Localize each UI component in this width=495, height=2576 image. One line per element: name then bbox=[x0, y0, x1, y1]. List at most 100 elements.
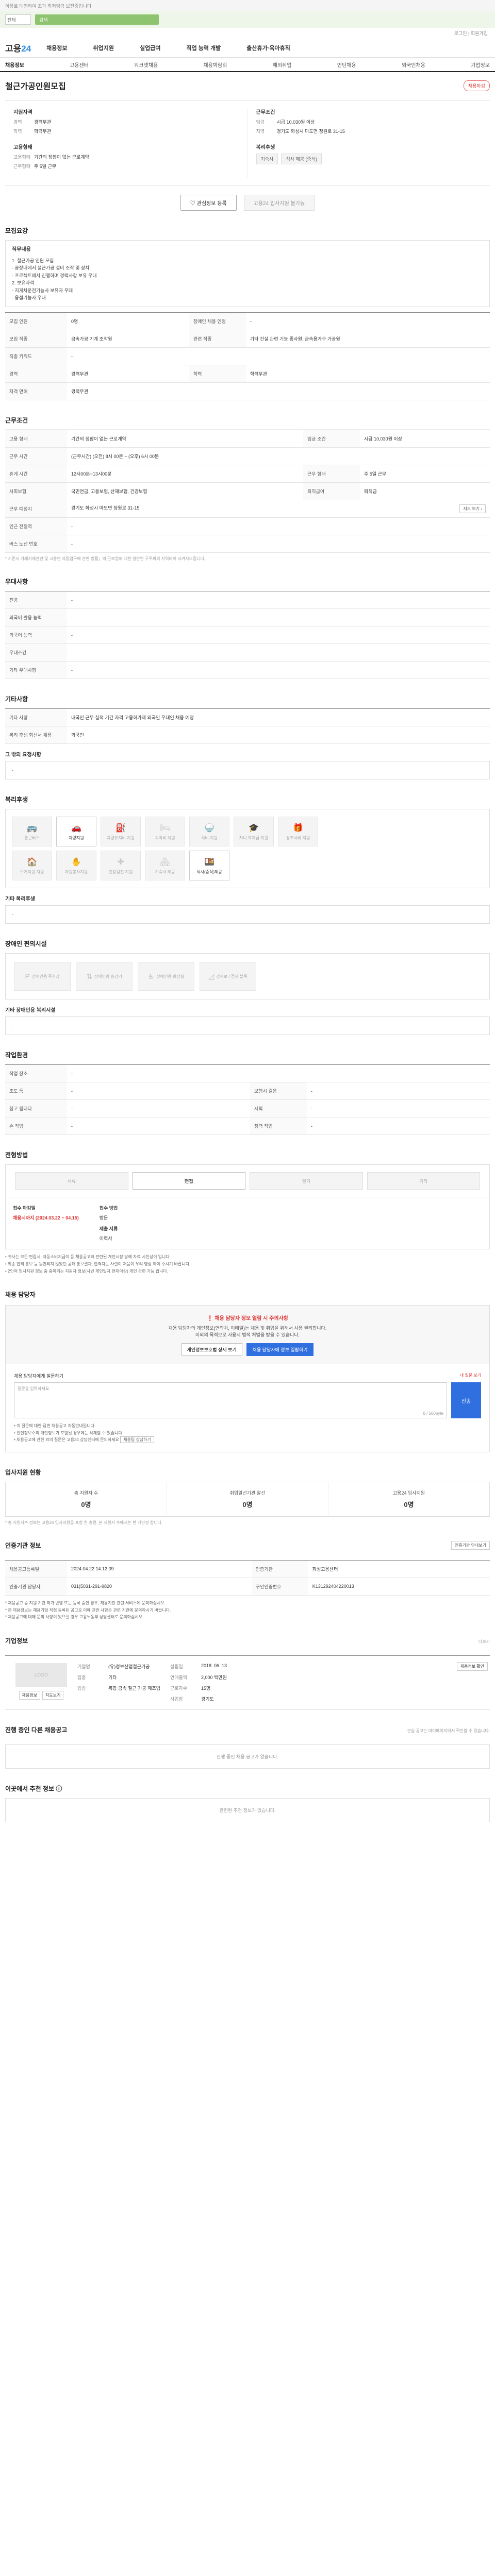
summary-conditions-title: 근무조건 bbox=[256, 110, 275, 115]
subnav-item-company[interactable]: 기업정보 bbox=[471, 61, 490, 69]
welfare-item: ⛽ 차량유지비 지원 bbox=[101, 817, 141, 847]
welfare-item-label: 자녀 학자금 지원 bbox=[239, 835, 268, 840]
recommend-empty: 관련된 추천 정보가 없습니다. bbox=[5, 1798, 490, 1822]
company-value: (유)정보산업철근가공 bbox=[108, 1664, 150, 1669]
table-header: 경력 bbox=[5, 365, 67, 383]
recruit-table: 모집 인원 0명 장애인 채용 인정 - 모집 직종 금속가공 기계 조작원 관련 직종 기… bbox=[5, 312, 490, 401]
table-header: 근무 시간 bbox=[5, 447, 67, 466]
table-cell: (근무시간) (오전) 8시 00분 ~ (오후) 6시 00분 bbox=[67, 447, 490, 466]
stat-label: 취업알선기관 알선 bbox=[229, 1490, 266, 1496]
table-header: 보행시 걸음 bbox=[250, 1082, 307, 1100]
logo[interactable]: 고용24 bbox=[5, 41, 46, 54]
lunch-icon: 🍱 bbox=[204, 857, 214, 867]
subnav-item-intern[interactable]: 인턴채용 bbox=[337, 61, 356, 69]
parking-icon: P bbox=[25, 972, 30, 981]
company-jobs-button[interactable]: 채용정보 bbox=[19, 1690, 40, 1700]
subnav-item-jobs[interactable]: 채용정보 bbox=[5, 61, 24, 69]
welfare-item: 🎓 자녀 학자금 지원 bbox=[234, 817, 274, 847]
disability-item-label: 경사로 / 점자 블록 bbox=[216, 974, 248, 979]
environment-table: 작업 장소 - 조도 등 - 보행시 걸음 - 청고 필터다 - 시력 - 손 작업 - 청력 작… bbox=[5, 1064, 490, 1136]
process-steps: 서류 면접 필기 기타 bbox=[5, 1164, 490, 1198]
table-header: 기타 우대사항 bbox=[5, 661, 67, 680]
subnav-item-worknet[interactable]: 워크넷채용 bbox=[134, 61, 158, 69]
company-jobs-check-button[interactable]: 채용정보 확인 bbox=[456, 1662, 488, 1671]
workplace-address: 경기도 화성시 마도면 청원로 31-15 bbox=[71, 505, 140, 511]
gnb-item-unemployment[interactable]: 실업급여 bbox=[140, 44, 160, 52]
disability-item-label: 장애인용 화장실 bbox=[156, 974, 185, 979]
docs-value: 이력서 bbox=[99, 1236, 112, 1242]
company-value: 2,000 백만원 bbox=[201, 1674, 227, 1680]
question-input[interactable]: 질문을 입력하세요. 0 / 500byte bbox=[14, 1382, 447, 1419]
conditions-table: 고용 형태 기간의 정함이 없는 근로계약 임금 조건 시급 10,030원 이상 근… bbox=[5, 430, 490, 553]
search-type-select[interactable]: 전체 bbox=[5, 14, 31, 25]
table-row: 전공 - bbox=[5, 591, 490, 609]
company-info: LOGO 채용정보 지도보기 기업명 (유)정보산업철근가공 설립일 2018. 06… bbox=[5, 1655, 490, 1710]
table-row: 근무 예정지 경기도 화성시 마도면 청원로 31-15 지도 보기 › bbox=[5, 500, 490, 518]
other-jobs-note: 관심 공고는 마이페이지에서 확인할 수 있습니다. bbox=[407, 1728, 490, 1733]
agency-guide-button[interactable]: 인증기관 안내보기 bbox=[451, 1540, 490, 1550]
help-icon[interactable]: ⓘ bbox=[56, 1785, 62, 1792]
section-preference-title: 우대사항 bbox=[5, 578, 28, 586]
company-logo: LOGO bbox=[15, 1663, 67, 1687]
table-header: 휴게 시간 bbox=[5, 465, 67, 483]
section-welfare-title: 복리후생 bbox=[5, 796, 28, 804]
table-header: 사회보험 bbox=[5, 482, 67, 501]
company-value: 2018. 06. 13 bbox=[201, 1663, 227, 1668]
contact-panel: ❗ 채용 담당자 정보 열람 시 주의사항 채용 담당자의 개인정보(연락처, … bbox=[5, 1305, 490, 1452]
view-contact-button[interactable]: 채용 담당자에 정보 열람하기 bbox=[246, 1343, 314, 1357]
table-header: 전공 bbox=[5, 591, 67, 609]
subnav-item-foreign[interactable]: 외국인채용 bbox=[402, 61, 425, 69]
welfare-item: 🍚 식비 지원 bbox=[189, 817, 229, 847]
gnb-item-jobs[interactable]: 채용정보 bbox=[46, 44, 67, 52]
table-cell: - bbox=[67, 643, 490, 662]
docs-label: 제출 서류 bbox=[99, 1226, 118, 1232]
stat-value: 0명 bbox=[242, 1500, 253, 1509]
section-company-title: 기업정보 bbox=[5, 1637, 28, 1645]
welfare-item-label: 건강검진 지원 bbox=[108, 869, 133, 874]
chevron-right-icon: › bbox=[481, 506, 482, 512]
table-header: 모집 직종 bbox=[5, 330, 67, 348]
gnb-item-support[interactable]: 취업지원 bbox=[93, 44, 113, 52]
consult-button[interactable]: 채용팀 상담하기 bbox=[120, 1436, 154, 1444]
duty-line: - 지게차운전기능사 보유자 우대 bbox=[12, 287, 73, 293]
summary-value: 학력무관 bbox=[34, 129, 52, 134]
apply-button[interactable]: 고용24 입사지원 불가능 bbox=[243, 195, 315, 211]
disability-item-label: 장애인용 승강기 bbox=[94, 974, 122, 979]
duty-line: - 공장내에서 철근가공 설비 조작 및 상차 bbox=[12, 265, 90, 271]
table-header: 학력 bbox=[189, 365, 246, 383]
gnb-item-training[interactable]: 직업 능력 개발 bbox=[186, 44, 221, 52]
table-cell: - bbox=[67, 347, 490, 366]
table-row: 외국어 활용 능력 - bbox=[5, 608, 490, 627]
welfare-chip: 기숙사 bbox=[256, 154, 278, 164]
company-more-link[interactable]: 더보기 bbox=[478, 1639, 490, 1645]
school-icon: 🎓 bbox=[249, 823, 259, 833]
welfare-item: 🎁 경조사비 지원 bbox=[278, 817, 318, 847]
util-menu[interactable]: 로그인 | 회원가입 bbox=[0, 28, 495, 38]
other-table: 기타 사항 내국인 근무 실적 기간 자격 고용허가제 외국인 우대인 채용 예정… bbox=[5, 708, 490, 744]
sub-nav: 채용정보 고용센터 워크넷채용 채용박람회 해외취업 인턴채용 외국인채용 기업… bbox=[0, 58, 495, 72]
other-request-title: 그 밖의 요청사항 bbox=[5, 752, 41, 758]
gnb-item-leave[interactable]: 출산휴가·육아휴직 bbox=[246, 44, 290, 52]
table-row: 우대조건 - bbox=[5, 643, 490, 662]
subnav-item-fair[interactable]: 채용박람회 bbox=[203, 61, 227, 69]
stats-note: * 총 지원자수 정보는 고용24 입사지원을 포함 한 총원, 본 지원자 수… bbox=[5, 1520, 163, 1525]
question-placeholder: 질문을 입력하세요. bbox=[18, 1386, 51, 1392]
subnav-item-overseas[interactable]: 해외취업 bbox=[273, 61, 292, 69]
table-cell: - bbox=[307, 1099, 490, 1118]
stat-label: 총 지원자 수 bbox=[74, 1490, 98, 1496]
table-header: 임금 조건 bbox=[303, 430, 360, 448]
subnav-item-center[interactable]: 고용센터 bbox=[70, 61, 89, 69]
recommend-title-text: 이곳에서 추천 정보 bbox=[5, 1785, 54, 1792]
company-label: 업종 bbox=[77, 1685, 86, 1691]
summary-value: 경력무관 bbox=[34, 120, 52, 125]
map-button[interactable]: 지도 보기 › bbox=[459, 504, 486, 514]
privacy-detail-button[interactable]: 개인정보보호법 상세 보기 bbox=[181, 1343, 242, 1357]
scrap-button[interactable]: ♡ 관심정보 등록 bbox=[180, 195, 237, 211]
company-map-button[interactable]: 지도보기 bbox=[42, 1690, 64, 1700]
disability-item: ◿ 경사로 / 점자 블록 bbox=[200, 962, 256, 991]
search-input[interactable]: 검색 bbox=[35, 14, 159, 25]
my-questions-link[interactable]: 내 질문 보기 bbox=[460, 1372, 481, 1379]
send-question-button[interactable]: 전송 bbox=[451, 1382, 481, 1419]
section-other-jobs-title: 진행 중인 다른 채용공고 bbox=[5, 1726, 68, 1734]
company-value: 경기도 bbox=[201, 1696, 214, 1702]
